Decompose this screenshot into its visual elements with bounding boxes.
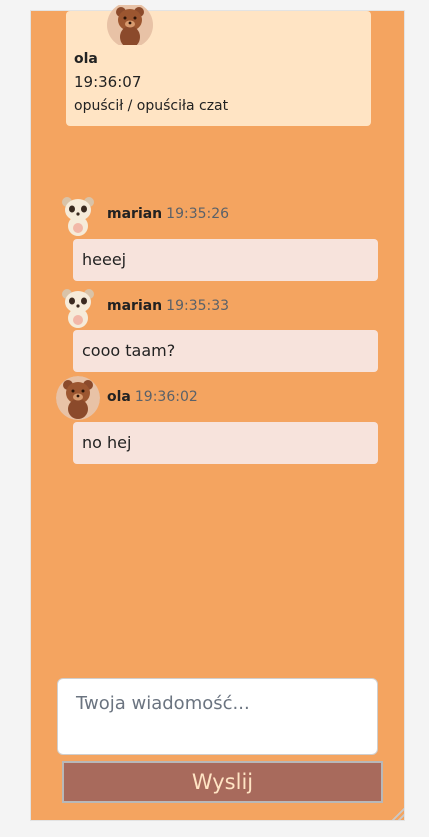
message-header: marian 19:35:33	[56, 285, 356, 329]
bear-avatar-icon	[107, 5, 153, 45]
chat-panel: ola 19:36:07 opuścił / opuściła czat mar…	[30, 5, 405, 821]
message-bubble: heeej	[73, 239, 378, 281]
message-time: 19:35:33	[166, 298, 230, 314]
message-bubble: cooo taam?	[73, 330, 378, 372]
panda-avatar-icon	[56, 193, 100, 237]
bear-avatar-icon	[56, 376, 100, 420]
message-nick: ola	[107, 389, 131, 405]
message-header: marian 19:35:26	[56, 193, 356, 237]
notice-nick: ola	[74, 51, 98, 67]
resize-handle-icon[interactable]	[392, 808, 404, 820]
message-nick: marian	[107, 298, 163, 314]
message-nick: marian	[107, 206, 163, 222]
notice-time: 19:36:07	[74, 73, 142, 91]
send-button[interactable]: Wyslij	[62, 761, 383, 803]
message-author: ola 19:36:02	[107, 389, 198, 405]
message-author: marian 19:35:26	[107, 206, 229, 222]
system-notice: ola 19:36:07 opuścił / opuściła czat	[66, 5, 371, 126]
message-time: 19:36:02	[134, 389, 198, 405]
message-header: ola 19:36:02	[56, 376, 356, 420]
message-author: marian 19:35:33	[107, 298, 229, 314]
message-time: 19:35:26	[166, 206, 230, 222]
panda-avatar-icon	[56, 285, 100, 329]
message-bubble: no hej	[73, 422, 378, 464]
notice-text: opuścił / opuściła czat	[74, 98, 229, 114]
message-input[interactable]	[57, 678, 378, 755]
